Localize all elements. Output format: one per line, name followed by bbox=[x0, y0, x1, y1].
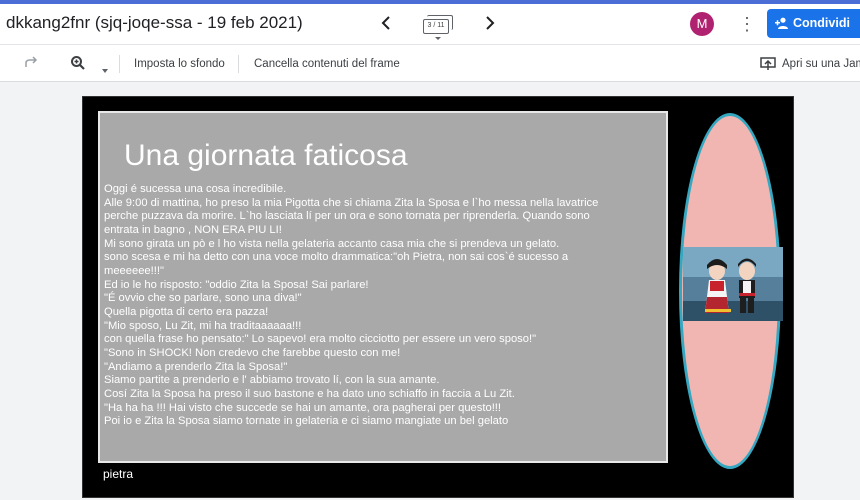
jamboard-app: dkkang2fnr (sjq-joqe-ssa - 19 feb 2021) … bbox=[0, 0, 860, 500]
story-line: Oggi é sucessa una cosa incredibile. bbox=[104, 183, 287, 195]
jam-frame[interactable]: Una giornata faticosa Oggi é sucessa una… bbox=[82, 96, 794, 498]
story-line: meeeeee!!!" bbox=[104, 264, 164, 277]
story-line: "Andiamo a prenderlo Zita la Sposa!" bbox=[104, 360, 288, 373]
chevron-right-icon bbox=[486, 16, 495, 30]
story-line: "Mio sposo, Lu Zit, mi ha traditaaaaaa!!… bbox=[104, 319, 302, 332]
chevron-left-icon bbox=[381, 16, 390, 30]
dolls-photo[interactable] bbox=[683, 247, 783, 321]
clear-frame-button[interactable]: Cancella contenuti del frame bbox=[254, 58, 400, 70]
frame-counter-label: 3 / 11 bbox=[423, 19, 449, 34]
more-options-icon[interactable]: ⋮ bbox=[738, 12, 756, 36]
previous-frame-button[interactable] bbox=[375, 12, 397, 34]
story-line: entrata in bagno , NON ERA PIU LI! bbox=[104, 223, 282, 236]
open-in-jamboard-button[interactable]: Apri su una Jam bbox=[782, 58, 860, 70]
author-label[interactable]: pietra bbox=[103, 467, 133, 481]
story-line: Quella pigotta di certo era pazza! bbox=[104, 305, 269, 318]
story-line: "É ovvio che so parlare, sono una diva!" bbox=[104, 292, 302, 305]
story-line: Alle 9:00 di mattina, ho preso la mia Pi… bbox=[104, 196, 599, 209]
caret-down-icon bbox=[435, 37, 441, 40]
story-line: Cosí Zita la Sposa ha preso il suo basto… bbox=[104, 387, 515, 400]
story-line: "Ha ha ha !!! Hai visto che succede se h… bbox=[104, 401, 502, 414]
toolbar: Imposta lo sfondo Cancella contenuti del… bbox=[0, 44, 860, 82]
slide-title: Una giornata faticosa bbox=[124, 139, 408, 172]
story-line: Ed io le ho risposto: "oddio Zita la Spo… bbox=[104, 278, 369, 291]
story-line: Poi io e Zita la Sposa siamo tornate in … bbox=[104, 415, 509, 428]
dolls-image bbox=[683, 247, 783, 321]
redo-icon[interactable] bbox=[24, 55, 38, 73]
story-line: perche puzzava da morire. L`ho lasciata … bbox=[104, 210, 590, 223]
story-text: Oggi é sucessa una cosa incredibile. Alle… bbox=[104, 183, 666, 429]
toolbar-divider bbox=[119, 55, 120, 73]
story-line: "Sono in SHOCK! Non credevo che farebbe … bbox=[104, 346, 401, 359]
add-person-icon bbox=[775, 17, 788, 29]
story-line: Mi sono girata un pò e l ho vista nella … bbox=[104, 237, 560, 250]
open-in-jamboard-icon[interactable] bbox=[760, 56, 776, 76]
frame-selector[interactable]: 3 / 11 bbox=[419, 15, 455, 40]
share-button-label: Condividi bbox=[793, 16, 850, 30]
story-line: sono scesa e mi ha detto con una voce mo… bbox=[104, 251, 569, 264]
story-line: con quella frase ho pensato:" Lo sapevo!… bbox=[104, 333, 537, 346]
avatar[interactable]: M bbox=[690, 12, 714, 36]
story-text-box[interactable]: Una giornata faticosa Oggi é sucessa una… bbox=[98, 111, 668, 463]
share-button[interactable]: Condividi bbox=[767, 9, 860, 38]
jam-title[interactable]: dkkang2fnr (sjq-joqe-ssa - 19 feb 2021) bbox=[6, 13, 303, 33]
set-background-button[interactable]: Imposta lo sfondo bbox=[134, 58, 225, 70]
toolbar-divider bbox=[238, 55, 239, 73]
zoom-dropdown-caret-icon[interactable] bbox=[102, 60, 108, 77]
top-bar: dkkang2fnr (sjq-joqe-ssa - 19 feb 2021) … bbox=[0, 4, 860, 44]
story-line: Siamo partite a prenderlo e l' abbiamo t… bbox=[104, 374, 440, 387]
canvas-area: Una giornata faticosa Oggi é sucessa una… bbox=[0, 82, 860, 500]
zoom-icon[interactable] bbox=[70, 55, 86, 75]
next-frame-button[interactable] bbox=[479, 12, 501, 34]
